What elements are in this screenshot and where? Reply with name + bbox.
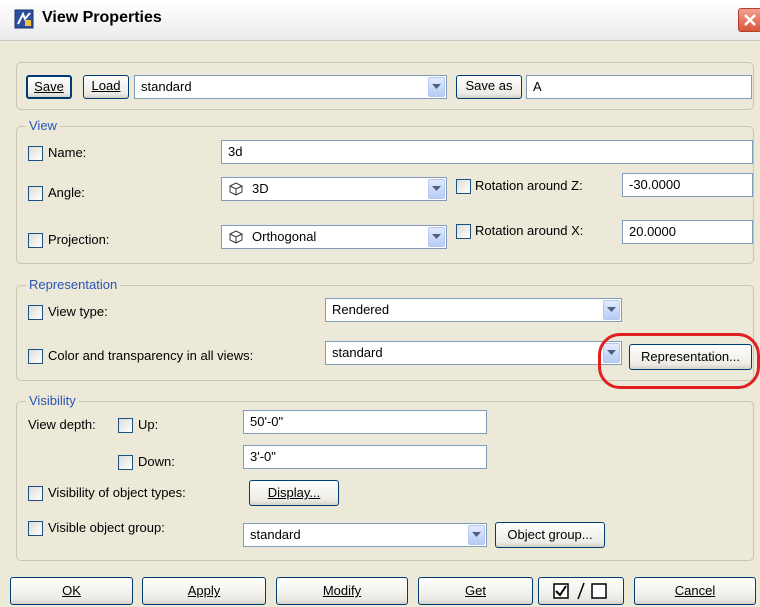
apply-button[interactable]: Apply [142,577,266,605]
load-button-label: Load [91,78,121,93]
rotation-z-checkbox[interactable] [456,179,471,194]
modify-button[interactable]: Modify [276,577,408,605]
modify-label: Modify [322,583,362,598]
angle-select[interactable]: 3D [221,177,447,201]
chevron-down-icon[interactable] [468,525,485,545]
rotation-z-field[interactable]: -30.0000 [622,173,753,197]
object-types-label: Visibility of object types: [48,485,186,500]
angle-label: Angle: [48,185,85,200]
up-field[interactable]: 50'-0" [243,410,487,434]
view-type-select[interactable]: Rendered [325,298,622,322]
display-button[interactable]: Display... [249,480,339,506]
name-field[interactable]: 3d [221,140,753,164]
load-button[interactable]: Load [83,75,129,99]
angle-value: 3D [252,181,269,196]
view-properties-icon [14,9,34,29]
chevron-down-icon[interactable] [428,77,445,97]
apply-label: Apply [187,583,221,598]
save-as-value: A [533,79,542,94]
object-types-checkbox[interactable] [28,486,43,501]
rotation-x-value: 20.0000 [629,224,676,239]
close-icon [744,14,756,26]
get-button[interactable]: Get [418,577,533,605]
object-group-value: standard [250,527,301,542]
representation-legend: Representation [26,277,121,292]
ok-button[interactable]: OK [10,577,133,605]
save-as-button[interactable]: Save as [456,75,522,99]
title-bar[interactable]: View Properties [0,0,760,41]
color-transparency-checkbox[interactable] [28,349,43,364]
save-button[interactable]: Save [26,75,72,99]
name-checkbox[interactable] [28,146,43,161]
close-button[interactable] [738,8,760,32]
projection-checkbox[interactable] [28,233,43,248]
projection-value: Orthogonal [252,229,317,244]
view-properties-dialog: View Properties Save Load standard Save … [0,0,760,607]
check-toggle-button[interactable] [538,577,624,605]
preset-value: standard [141,79,192,94]
chevron-down-icon[interactable] [603,300,620,320]
highlight-annotation [598,333,760,389]
projection-label: Projection: [48,232,110,247]
name-value: 3d [228,144,243,159]
up-checkbox[interactable] [118,418,133,433]
color-transparency-label: Color and transparency in all views: [48,348,254,363]
cancel-label: Cancel [674,583,716,598]
rotation-z-label: Rotation around Z: [475,178,583,193]
rotation-x-field[interactable]: 20.0000 [622,220,753,244]
down-checkbox[interactable] [118,455,133,470]
visibility-legend: Visibility [26,393,79,408]
window-title: View Properties [42,9,162,26]
save-as-label: Save as [465,78,513,93]
down-value: 3'-0" [250,449,276,464]
color-transparency-value: standard [332,345,383,360]
ok-label: OK [62,583,81,598]
rotation-z-value: -30.0000 [629,177,681,192]
cube-icon [229,182,243,196]
view-type-label: View type: [48,304,108,319]
rotation-x-label: Rotation around X: [475,223,584,238]
view-depth-label: View depth: [28,417,96,432]
up-label: Up: [138,417,159,432]
check-toggle-icon [553,582,607,600]
object-group-label: Visible object group: [48,520,165,535]
cancel-button[interactable]: Cancel [634,577,756,605]
view-legend: View [26,118,60,133]
projection-select[interactable]: Orthogonal [221,225,447,249]
down-label: Down: [138,454,175,469]
display-button-label: Display... [267,485,321,500]
get-label: Get [465,583,486,598]
object-group-button-label: Object group... [507,527,593,542]
view-type-value: Rendered [332,302,390,317]
angle-checkbox[interactable] [28,186,43,201]
object-group-button[interactable]: Object group... [495,522,605,548]
up-value: 50'-0" [250,414,284,429]
cube-icon [229,230,243,244]
object-group-select[interactable]: standard [243,523,487,547]
view-type-checkbox[interactable] [28,305,43,320]
save-button-label: Save [34,79,64,94]
chevron-down-icon[interactable] [428,227,445,247]
rotation-x-checkbox[interactable] [456,224,471,239]
chevron-down-icon[interactable] [428,179,445,199]
name-label: Name: [48,145,87,160]
object-group-checkbox[interactable] [28,521,43,536]
down-field[interactable]: 3'-0" [243,445,487,469]
save-as-field[interactable]: A [526,75,752,99]
preset-select[interactable]: standard [134,75,447,99]
color-transparency-select[interactable]: standard [325,341,622,365]
